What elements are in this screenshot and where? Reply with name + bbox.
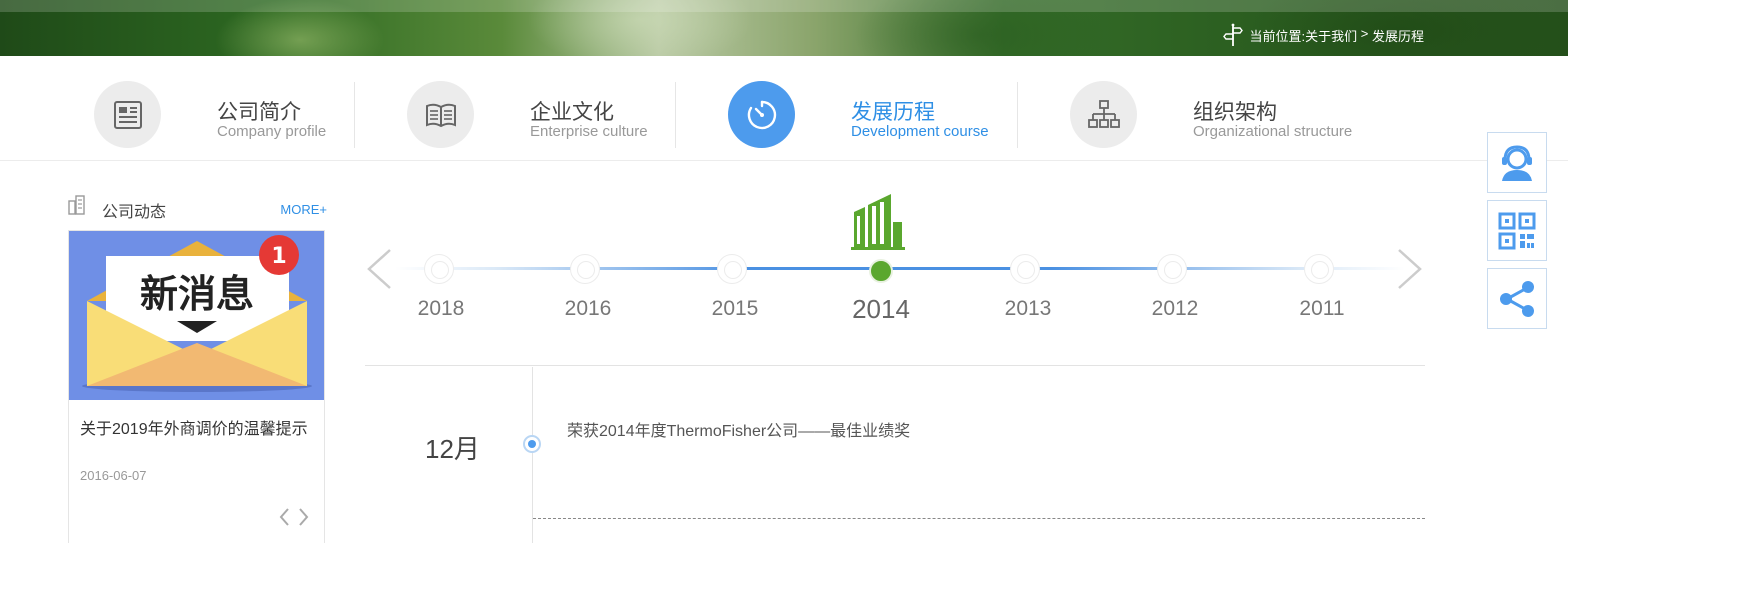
clock-icon: [728, 81, 795, 148]
tab-label-en: Enterprise culture: [530, 123, 648, 140]
news-date: 2016-06-07: [80, 468, 147, 483]
year-label[interactable]: 2018: [401, 297, 481, 321]
page: 当前位置: 关于我们 > 发展历程 公司简介 Company profile 企…: [0, 0, 1568, 543]
tab-label-en: Development course: [851, 123, 989, 140]
customer-service-button[interactable]: [1487, 132, 1547, 193]
year-label[interactable]: 2011: [1282, 297, 1362, 321]
chevron-left-icon[interactable]: [365, 247, 393, 291]
building-icon: [851, 192, 905, 250]
news-section-title: 公司动态: [102, 204, 167, 221]
chevron-right-icon[interactable]: [298, 507, 310, 527]
timeline-track: [395, 267, 1405, 270]
year-node[interactable]: [1157, 254, 1187, 284]
news-image-text: 新消息: [140, 272, 254, 316]
news-card[interactable]: 新消息 1 关于2019年外商调价的温馨提示 2016-06-07: [68, 230, 325, 543]
news-image[interactable]: 新消息 1: [69, 231, 324, 400]
tab-organizational-structure[interactable]: 组织架构 Organizational structure: [1070, 56, 1370, 160]
year-label-active[interactable]: 2014: [841, 294, 921, 325]
event-text: 荣获2014年度ThermoFisher公司——最佳业绩奖: [567, 423, 911, 440]
year-label[interactable]: 2012: [1135, 297, 1215, 321]
share-button[interactable]: [1487, 268, 1547, 329]
year-label[interactable]: 2015: [695, 297, 775, 321]
building-icon: [67, 195, 87, 215]
chevron-right-icon[interactable]: [1396, 247, 1424, 291]
customer-service-icon: [1502, 144, 1532, 181]
tab-label-en: Organizational structure: [1193, 123, 1353, 140]
tab-label-en: Company profile: [217, 123, 327, 140]
chevron-left-icon[interactable]: [278, 507, 290, 527]
event-dot: [523, 435, 541, 453]
year-label[interactable]: 2016: [548, 297, 628, 321]
news-section-header: 公司动态 MORE+: [67, 195, 327, 221]
event-month: 12月: [425, 434, 480, 464]
year-node[interactable]: [1010, 254, 1040, 284]
news-title[interactable]: 关于2019年外商调价的温馨提示: [80, 415, 308, 439]
year-node[interactable]: [717, 254, 747, 284]
tab-label-zh: 企业文化: [530, 101, 614, 124]
year-node[interactable]: [1304, 254, 1334, 284]
tab-company-profile[interactable]: 公司简介 Company profile: [94, 56, 344, 160]
news-pager: [278, 507, 310, 527]
year-node[interactable]: [570, 254, 600, 284]
more-link[interactable]: MORE+: [280, 202, 327, 217]
breadcrumb-label: 当前位置:: [1249, 28, 1306, 44]
breadcrumb: 当前位置: 关于我们 > 发展历程: [1222, 22, 1424, 48]
tab-divider: [675, 82, 676, 148]
org-chart-icon: [1070, 81, 1137, 148]
year-node[interactable]: [424, 254, 454, 284]
tab-enterprise-culture[interactable]: 企业文化 Enterprise culture: [407, 56, 667, 160]
news-badge: 1: [271, 244, 286, 269]
tab-divider: [1017, 82, 1018, 148]
events-vertical-line: [532, 367, 533, 543]
events-list: 12月 荣获2014年度ThermoFisher公司——最佳业绩奖: [365, 367, 1425, 543]
signpost-icon: [1222, 22, 1244, 48]
event-divider: [533, 518, 1425, 519]
year-timeline: 2018 2016 2015 2014 2013 2012 2011: [365, 190, 1425, 366]
qr-code-icon: [1498, 212, 1536, 249]
breadcrumb-item-about[interactable]: 关于我们: [1305, 26, 1357, 45]
tab-label-zh: 发展历程: [851, 101, 935, 124]
tab-development-course[interactable]: 发展历程 Development course: [728, 56, 1008, 160]
year-node-active[interactable]: [869, 259, 893, 283]
tab-divider: [354, 82, 355, 148]
tab-label-zh: 组织架构: [1193, 101, 1277, 124]
qr-code-button[interactable]: [1487, 200, 1547, 261]
header-banner: 当前位置: 关于我们 > 发展历程: [0, 0, 1568, 56]
share-icon: [1500, 280, 1534, 317]
open-book-icon: [407, 81, 474, 148]
profile-doc-icon: [94, 81, 161, 148]
breadcrumb-separator: >: [1357, 25, 1372, 41]
year-label[interactable]: 2013: [988, 297, 1068, 321]
breadcrumb-item-current: 发展历程: [1371, 28, 1424, 44]
tab-label-zh: 公司简介: [217, 101, 301, 124]
section-tabs: 公司简介 Company profile 企业文化 Enterprise cul…: [0, 56, 1568, 161]
